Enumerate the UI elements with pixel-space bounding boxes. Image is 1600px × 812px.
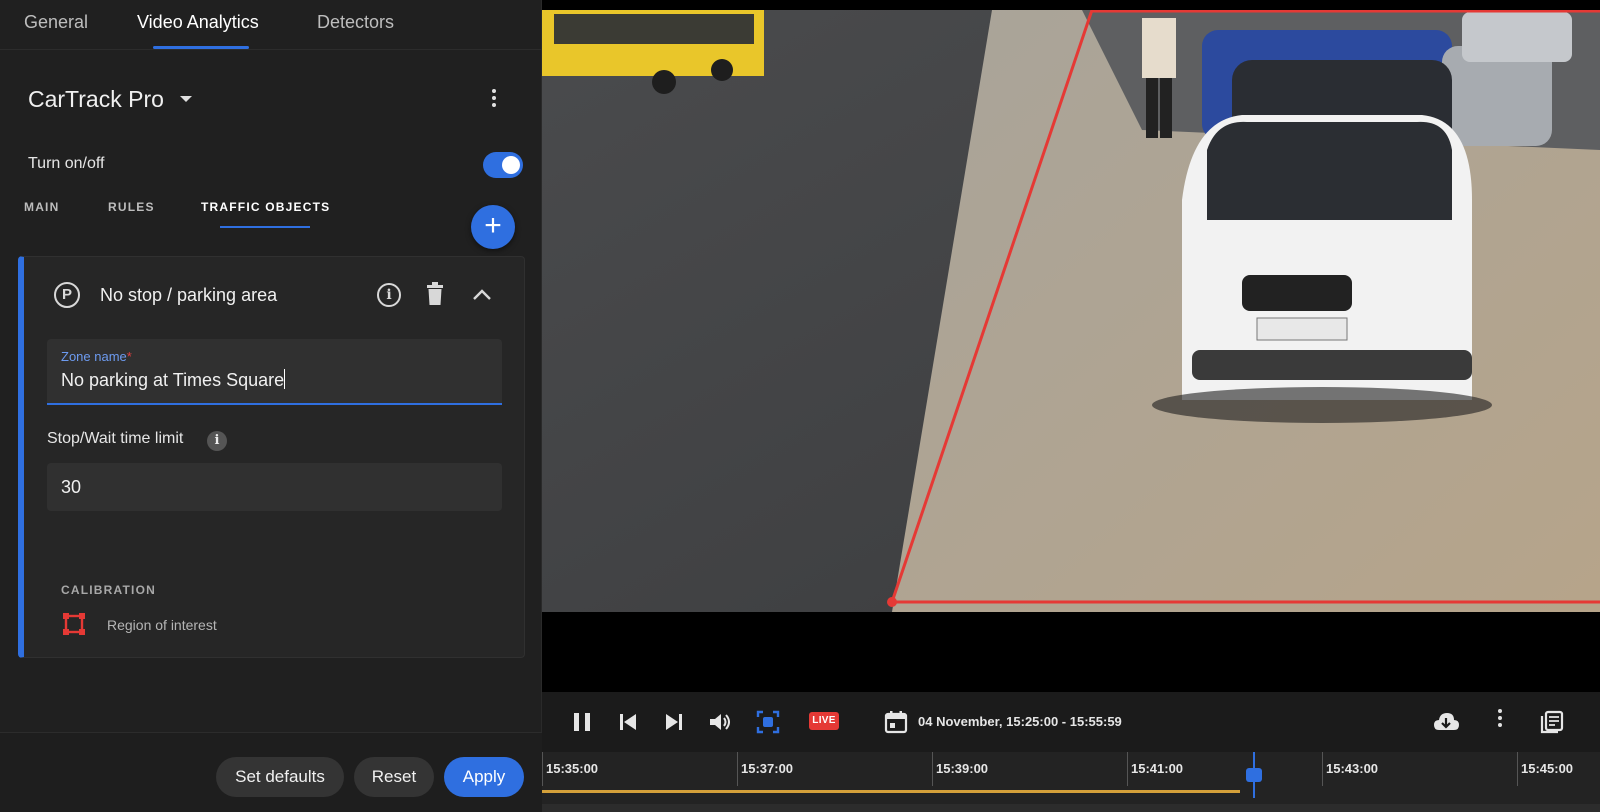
toggle-label: Turn on/off <box>28 155 105 172</box>
time-limit-label: Stop/Wait time limit <box>47 430 184 447</box>
tab-video-analytics[interactable]: Video Analytics <box>137 12 259 33</box>
footer-actions: Set defaults Reset Apply <box>0 732 542 812</box>
active-subtab-indicator <box>220 226 310 228</box>
timeline-tick <box>932 752 933 786</box>
info-icon[interactable]: i <box>377 283 401 307</box>
top-tabs: General Video Analytics Detectors <box>0 0 542 50</box>
subtab-traffic-objects[interactable]: TRAFFIC OBJECTS <box>201 200 330 214</box>
timeline-tick <box>1127 752 1128 786</box>
app-window: General Video Analytics Detectors CarTra… <box>0 0 1600 812</box>
subtab-rules[interactable]: RULES <box>108 200 155 214</box>
reset-button[interactable]: Reset <box>354 757 434 797</box>
chevron-up-icon[interactable] <box>470 285 494 305</box>
zone-card-title: No stop / parking area <box>100 285 278 305</box>
timeline-tick-label: 15:45:00 <box>1521 761 1574 776</box>
delete-icon[interactable] <box>425 281 445 307</box>
zone-name-field[interactable]: Zone name* No parking at Times Square <box>47 339 502 405</box>
player-controls: LIVE 04 November, 15:25:00 - 15:55:59 <box>542 692 1600 752</box>
focus-icon[interactable] <box>754 708 782 736</box>
active-tab-indicator <box>153 46 249 49</box>
timeline-tick <box>542 752 543 786</box>
tab-general[interactable]: General <box>24 12 88 33</box>
timeline-tick-label: 15:43:00 <box>1326 761 1379 776</box>
timeline-scrollbar[interactable] <box>542 804 1600 812</box>
region-icon[interactable] <box>62 612 86 636</box>
zone-card: P No stop / parking area i Zone name* No… <box>18 256 525 658</box>
timeline-tick-label: 15:35:00 <box>546 761 599 776</box>
region-of-interest-link[interactable]: Region of interest <box>107 617 217 633</box>
subtab-main[interactable]: MAIN <box>24 200 59 214</box>
toggle-knob <box>502 156 520 174</box>
info-icon[interactable]: i <box>207 431 227 451</box>
timeline-tick <box>1322 752 1323 786</box>
tab-detectors[interactable]: Detectors <box>317 12 394 33</box>
pause-icon[interactable] <box>568 708 596 736</box>
playback-progress <box>542 790 1241 793</box>
timeline-tick-label: 15:37:00 <box>741 761 794 776</box>
time-limit-value: 30 <box>61 477 82 497</box>
plus-icon: + <box>484 209 502 242</box>
calendar-icon[interactable] <box>882 708 910 736</box>
parking-icon: P <box>54 282 80 308</box>
calibration-heading: CALIBRATION <box>61 583 156 597</box>
time-range-label[interactable]: 04 November, 15:25:00 - 15:55:59 <box>918 714 1122 729</box>
apply-button[interactable]: Apply <box>444 757 524 797</box>
enable-toggle[interactable] <box>483 152 523 178</box>
more-options-icon[interactable] <box>1486 706 1514 734</box>
timeline-tick <box>1517 752 1518 786</box>
playhead-handle[interactable] <box>1246 768 1263 782</box>
volume-icon[interactable] <box>706 708 734 736</box>
live-badge[interactable]: LIVE <box>809 712 839 730</box>
timeline-tick-label: 15:41:00 <box>1131 761 1184 776</box>
timeline-tick <box>737 752 738 786</box>
timeline[interactable]: 15:35:00 15:37:00 15:39:00 15:41:00 15:43:00… <box>542 752 1600 812</box>
zone-name-input[interactable]: No parking at Times Square <box>61 369 286 391</box>
timeline-tick-label: 15:39:00 <box>936 761 989 776</box>
skip-next-icon[interactable] <box>660 708 688 736</box>
detector-title[interactable]: CarTrack Pro <box>28 86 164 113</box>
add-zone-button[interactable]: + <box>471 205 515 249</box>
video-frame[interactable] <box>542 10 1600 612</box>
chevron-down-icon[interactable] <box>180 96 192 102</box>
more-options-icon[interactable] <box>482 86 506 112</box>
time-limit-input[interactable]: 30 <box>47 463 502 511</box>
set-defaults-button[interactable]: Set defaults <box>216 757 344 797</box>
clip-export-icon[interactable] <box>1538 708 1566 736</box>
zone-name-label: Zone name* <box>61 349 132 364</box>
skip-previous-icon[interactable] <box>614 708 642 736</box>
settings-panel: General Video Analytics Detectors CarTra… <box>0 0 542 812</box>
video-player: LIVE 04 November, 15:25:00 - 15:55:59 15… <box>542 0 1600 812</box>
download-icon[interactable] <box>1432 708 1460 736</box>
